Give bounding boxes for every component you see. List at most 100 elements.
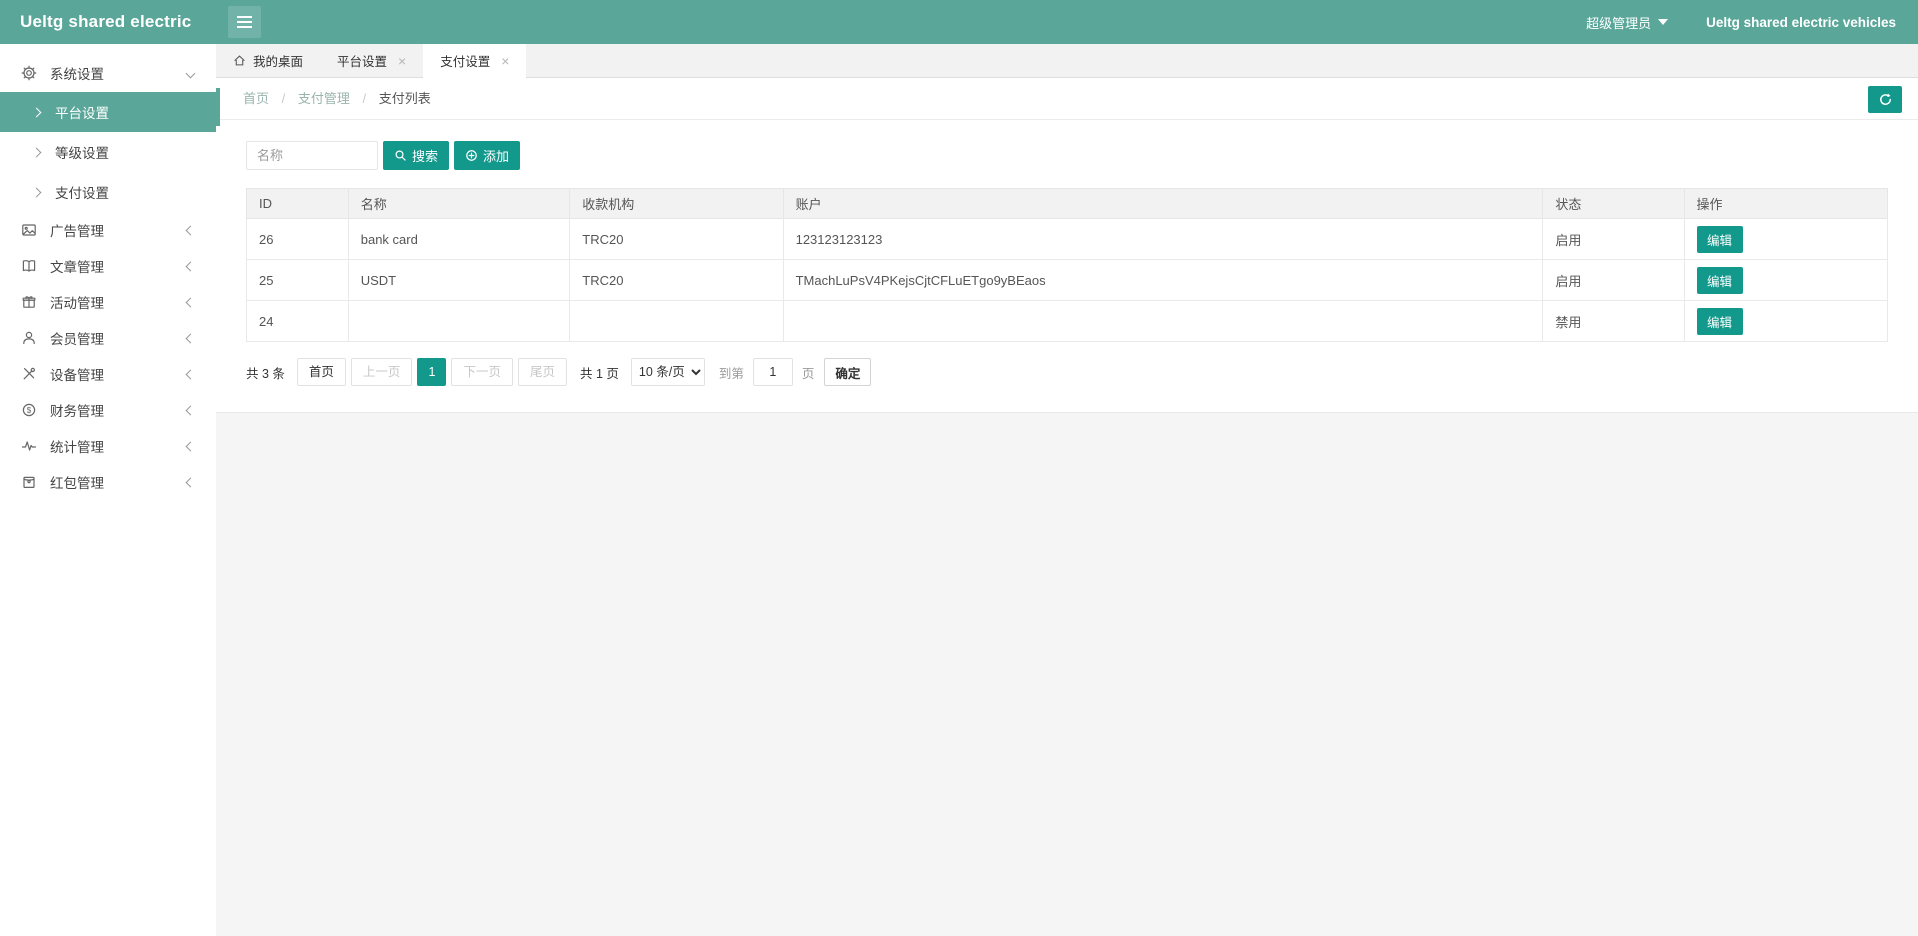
chevron-left-icon [186,261,196,271]
tab-payment-settings[interactable]: 支付设置 × [423,44,526,78]
tab-label: 支付设置 [440,51,490,70]
page-size-select[interactable]: 10 条/页 [631,358,705,386]
sidebar-item-member-management[interactable]: 会员管理 [0,320,216,356]
chevron-left-icon [186,405,196,415]
sidebar-item-finance-management[interactable]: $ 财务管理 [0,392,216,428]
red-packet-icon [19,474,39,490]
dollar-circle-icon: $ [19,402,39,418]
sidebar-subitem-platform-settings[interactable]: 平台设置 [0,92,216,132]
book-icon [19,258,39,274]
col-header-account: 账户 [783,189,1543,219]
pagination-last-button[interactable]: 尾页 [518,358,567,386]
search-input[interactable] [246,141,378,170]
chevron-left-icon [186,225,196,235]
sidebar-item-redpacket-management[interactable]: 红包管理 [0,464,216,500]
app-logo: Ueltg shared electric [20,0,191,44]
cell-name [348,301,570,342]
pagination-page-1[interactable]: 1 [417,358,446,386]
chevron-down-icon [186,68,196,78]
user-role-dropdown[interactable]: 超级管理员 [1586,13,1668,32]
chevron-down-icon [1658,19,1668,25]
cell-institution [570,301,783,342]
search-button-label: 搜索 [412,146,438,165]
table-row: 25 USDT TRC20 TMachLuPsV4PKejsCjtCFLuETg… [247,260,1888,301]
close-icon[interactable]: × [398,53,406,69]
breadcrumb-payment-management[interactable]: 支付管理 [298,91,350,106]
breadcrumb-separator: / [282,91,286,106]
cell-institution: TRC20 [570,219,783,260]
sidebar-item-label: 财务管理 [50,400,104,420]
hamburger-icon [237,16,252,28]
cell-id: 25 [247,260,349,301]
plus-circle-icon [465,149,478,162]
breadcrumb-current: 支付列表 [379,91,431,106]
status-badge: 禁用 [1543,301,1684,342]
goto-page-input[interactable] [753,358,793,386]
cell-name: USDT [348,260,570,301]
edit-button[interactable]: 编辑 [1697,267,1743,294]
goto-confirm-button[interactable]: 确定 [824,358,871,386]
status-badge: 启用 [1543,219,1684,260]
sidebar-item-label: 统计管理 [50,436,104,456]
svg-text:$: $ [27,406,32,415]
sidebar-subitem-payment-settings[interactable]: 支付设置 [0,172,216,212]
sidebar-subitem-level-settings[interactable]: 等级设置 [0,132,216,172]
cell-account [783,301,1543,342]
refresh-icon [1878,92,1893,107]
sidebar-item-label: 会员管理 [50,328,104,348]
search-icon [394,149,407,162]
pagination-page-count: 共 1 页 [580,363,619,382]
sidebar-item-ad-management[interactable]: 广告管理 [0,212,216,248]
table-header-row: ID 名称 收款机构 账户 状态 操作 [247,189,1888,219]
accent-strip [216,88,220,126]
close-icon[interactable]: × [501,53,509,69]
tab-bar: 我的桌面 平台设置 × 支付设置 × [216,44,1918,78]
chevron-left-icon [186,441,196,451]
user-role-label: 超级管理员 [1586,13,1651,32]
image-icon [19,222,39,238]
tab-my-desktop[interactable]: 我的桌面 [216,44,320,77]
cell-name: bank card [348,219,570,260]
edit-button[interactable]: 编辑 [1697,308,1743,335]
sidebar-toggle-button[interactable] [228,6,261,38]
gift-icon [19,294,39,310]
chevron-left-icon [186,369,196,379]
sidebar-item-article-management[interactable]: 文章管理 [0,248,216,284]
breadcrumb-home[interactable]: 首页 [243,91,269,106]
site-name: Ueltg shared electric vehicles [1706,15,1896,30]
edit-button[interactable]: 编辑 [1697,226,1743,253]
search-button[interactable]: 搜索 [383,141,449,170]
user-icon [19,330,39,346]
sidebar-subitem-label: 支付设置 [55,182,109,202]
cell-id: 26 [247,219,349,260]
cell-account: 123123123123 [783,219,1543,260]
refresh-button[interactable] [1868,86,1902,113]
sidebar-item-label: 广告管理 [50,220,104,240]
sidebar-item-statistics-management[interactable]: 统计管理 [0,428,216,464]
col-header-status: 状态 [1543,189,1684,219]
add-button-label: 添加 [483,146,509,165]
goto-prefix-label: 到第 [719,363,744,382]
add-button[interactable]: 添加 [454,141,520,170]
sidebar-item-device-management[interactable]: 设备管理 [0,356,216,392]
chevron-left-icon [186,297,196,307]
cell-account: TMachLuPsV4PKejsCjtCFLuETgo9yBEaos [783,260,1543,301]
sidebar-item-activity-management[interactable]: 活动管理 [0,284,216,320]
breadcrumb-separator: / [363,91,367,106]
pagination-next-button[interactable]: 下一页 [451,358,513,386]
chevron-right-icon [32,147,42,157]
toolbar: 搜索 添加 [246,141,1888,170]
col-header-name: 名称 [348,189,570,219]
sidebar-subitem-label: 平台设置 [55,102,109,122]
tab-platform-settings[interactable]: 平台设置 × [320,44,423,77]
table-row: 26 bank card TRC20 123123123123 启用 编辑 [247,219,1888,260]
sidebar-item-system-settings[interactable]: 系统设置 [0,54,216,92]
pagination-first-button[interactable]: 首页 [297,358,346,386]
chevron-right-icon [32,107,42,117]
pagination: 共 3 条 首页 上一页 1 下一页 尾页 共 1 页 10 条/页 到第 页 … [246,358,1888,386]
col-header-id: ID [247,189,349,219]
content-card: 搜索 添加 ID 名称 收款机构 账户 状态 操作 [216,120,1918,413]
sidebar-subitem-label: 等级设置 [55,142,109,162]
pagination-prev-button[interactable]: 上一页 [351,358,413,386]
chevron-left-icon [186,477,196,487]
